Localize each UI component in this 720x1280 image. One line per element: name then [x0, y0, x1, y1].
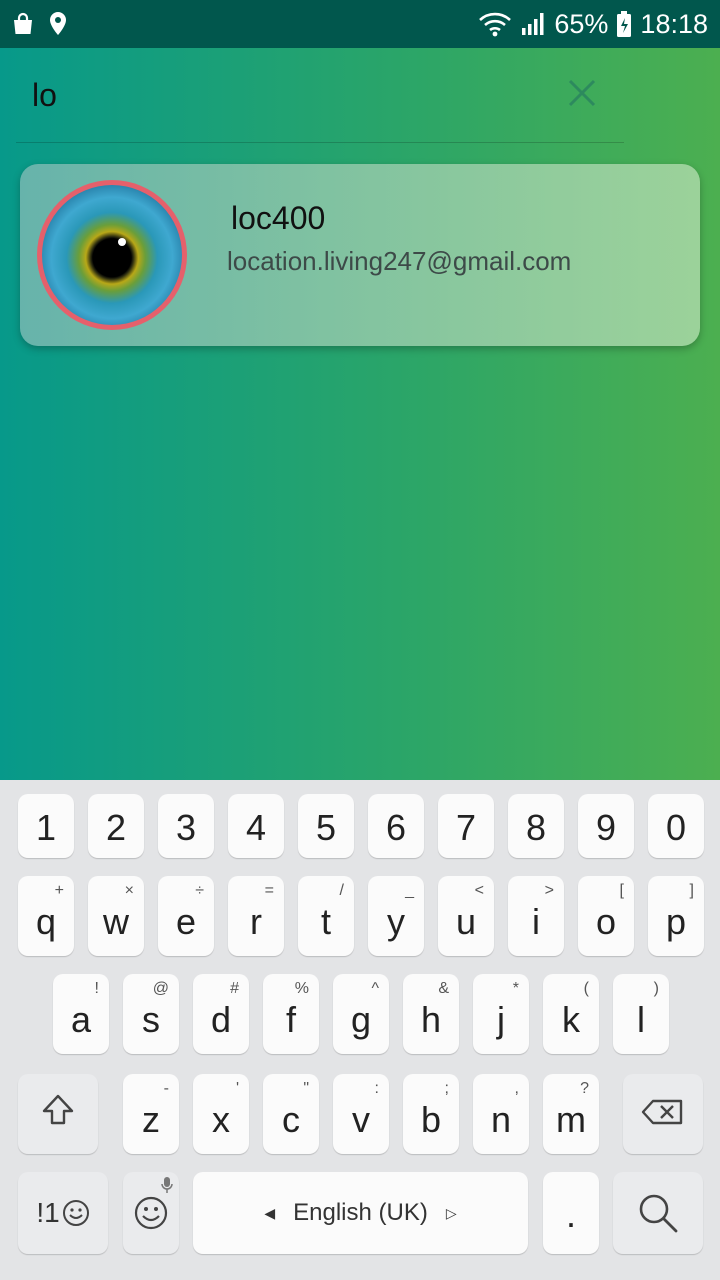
key-f[interactable]: % f — [263, 974, 319, 1054]
signal-icon — [520, 11, 546, 37]
key-0[interactable]: 0 — [648, 794, 704, 858]
search-bar — [16, 48, 624, 143]
key-7[interactable]: 7 — [438, 794, 494, 858]
battery-charging-icon — [616, 10, 632, 38]
language-right-arrow-icon: ▷ — [445, 1204, 457, 1221]
key-3[interactable]: 3 — [158, 794, 214, 858]
battery-percent: 65% — [554, 8, 609, 39]
shift-arrow-icon — [40, 1092, 76, 1137]
key-b[interactable]: ; b — [403, 1074, 459, 1154]
search-input[interactable] — [16, 76, 516, 114]
key-s[interactable]: @ s — [123, 974, 179, 1054]
shift-key[interactable] — [18, 1074, 98, 1154]
on-screen-keyboard: 1 2 3 4 5 6 7 8 9 0 + q × w ÷ e = r / t _ y < u… — [0, 780, 720, 1280]
key-h[interactable]: & h — [403, 974, 459, 1054]
key-e[interactable]: ÷ e — [158, 876, 214, 956]
emoji-icon — [133, 1195, 169, 1231]
key-k[interactable]: (k — [543, 974, 599, 1054]
key-c[interactable]: " c — [263, 1074, 319, 1154]
key-o[interactable]: [o — [578, 876, 634, 956]
key-n[interactable]: ,n — [473, 1074, 529, 1154]
avatar — [37, 180, 187, 330]
backspace-key[interactable] — [623, 1074, 703, 1154]
key-i[interactable]: > i — [508, 876, 564, 956]
key-r[interactable]: = r — [228, 876, 284, 956]
key-5[interactable]: 5 — [298, 794, 354, 858]
result-email: location.living247@gmail.com — [227, 246, 572, 276]
search-result-card[interactable]: loc400 location.living247@gmail.com — [20, 164, 700, 346]
key-g[interactable]: ^ g — [333, 974, 389, 1054]
key-a[interactable]: ! a — [53, 974, 109, 1054]
symbols-emoji-key[interactable]: !1 — [18, 1172, 108, 1254]
key-w[interactable]: × w — [88, 876, 144, 956]
eye-avatar-image — [42, 185, 182, 325]
space-key[interactable]: ◀ English (UK) ▷ — [193, 1172, 528, 1254]
key-6[interactable]: 6 — [368, 794, 424, 858]
period-key[interactable]: . — [543, 1172, 599, 1254]
location-pin-icon — [48, 11, 68, 37]
search-key[interactable] — [613, 1172, 703, 1254]
key-j[interactable]: * j — [473, 974, 529, 1054]
mic-icon — [161, 1176, 173, 1194]
key-t[interactable]: / t — [298, 876, 354, 956]
key-1[interactable]: 1 — [18, 794, 74, 858]
key-x[interactable]: ' x — [193, 1074, 249, 1154]
status-bar: 65% 18:18 — [0, 0, 720, 48]
key-l[interactable]: ) l — [613, 974, 669, 1054]
key-4[interactable]: 4 — [228, 794, 284, 858]
key-q[interactable]: + q — [18, 876, 74, 956]
key-z[interactable]: -z — [123, 1074, 179, 1154]
search-icon — [637, 1192, 679, 1234]
clear-search-button[interactable] — [550, 63, 614, 127]
key-p[interactable]: ] p — [648, 876, 704, 956]
key-y[interactable]: _ y — [368, 876, 424, 956]
emoji-voice-key[interactable] — [123, 1172, 179, 1254]
space-language-label: English (UK) — [293, 1199, 428, 1226]
clock: 18:18 — [640, 8, 708, 39]
shopping-bag-icon — [10, 11, 36, 37]
wifi-icon — [478, 10, 512, 38]
key-u[interactable]: < u — [438, 876, 494, 956]
key-2[interactable]: 2 — [88, 794, 144, 858]
backspace-icon — [641, 1093, 685, 1135]
key-8[interactable]: 8 — [508, 794, 564, 858]
result-username: loc400 — [231, 200, 326, 236]
symbols-label: !1 — [36, 1197, 60, 1228]
key-m[interactable]: ? m — [543, 1074, 599, 1154]
close-icon — [567, 78, 597, 113]
key-9[interactable]: 9 — [578, 794, 634, 858]
language-left-arrow-icon: ◀ — [264, 1204, 276, 1221]
key-v[interactable]: :v — [333, 1074, 389, 1154]
smiley-icon — [62, 1199, 90, 1227]
key-d[interactable]: # d — [193, 974, 249, 1054]
